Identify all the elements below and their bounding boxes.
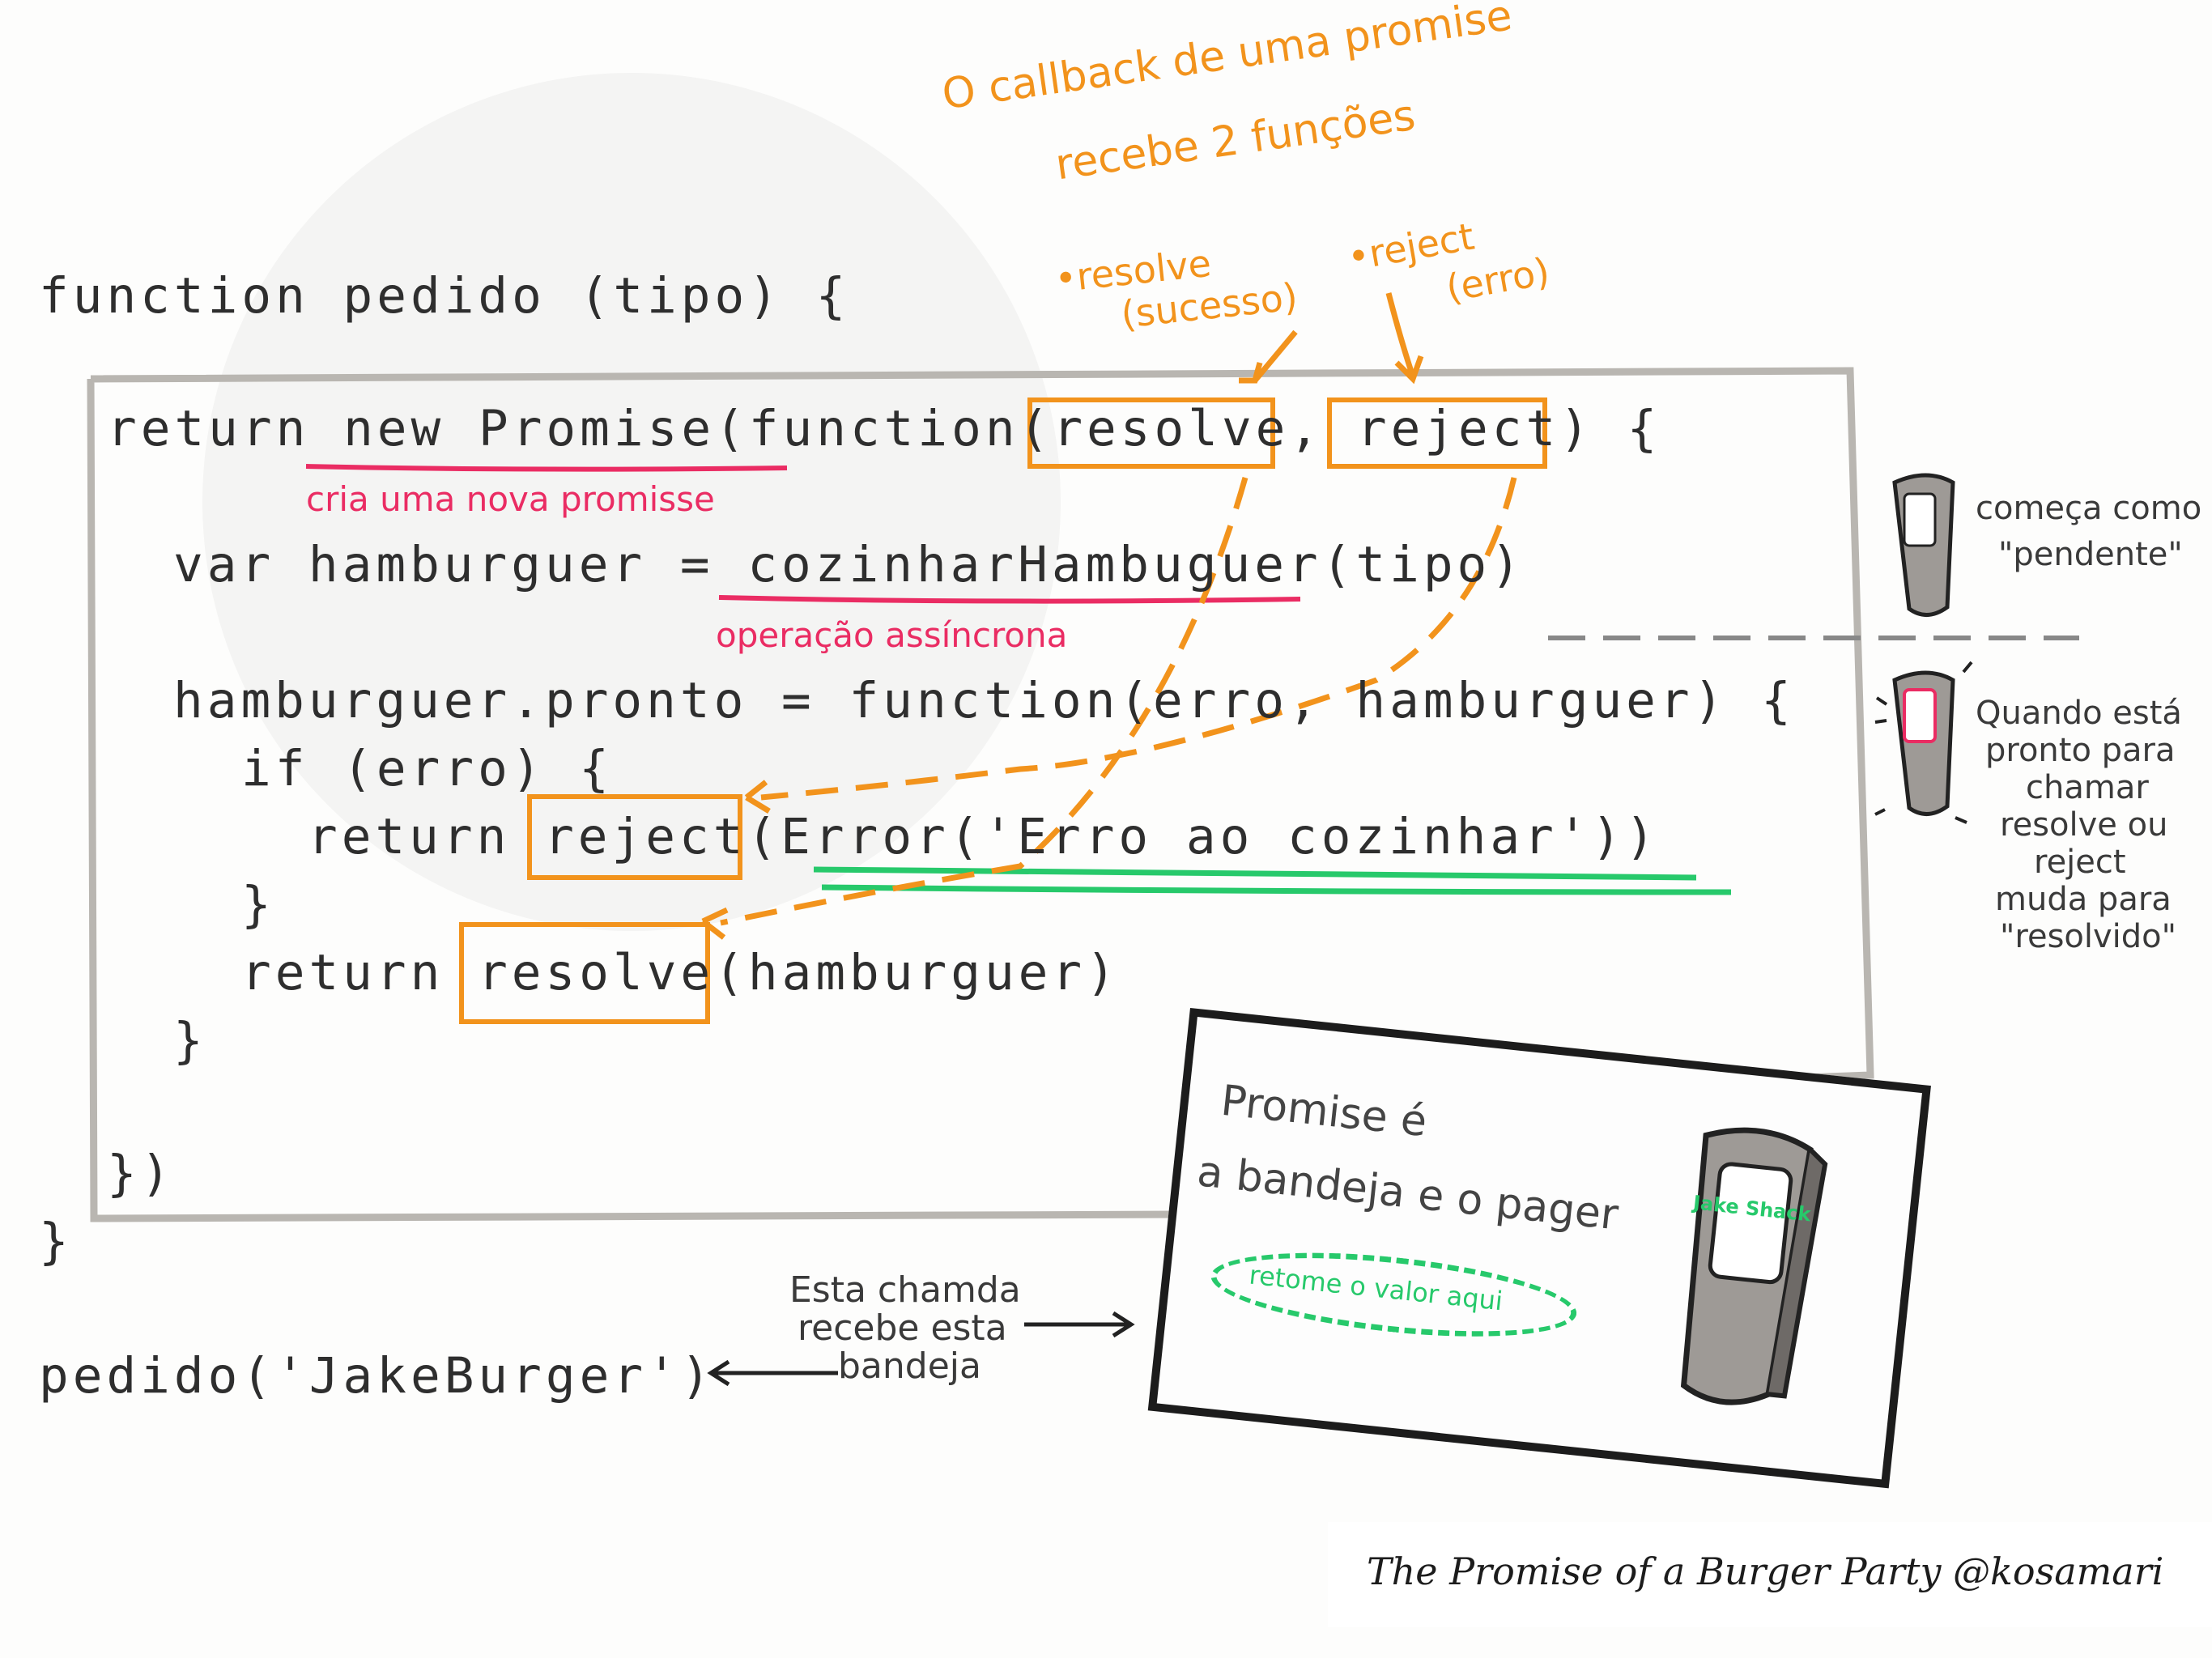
code-cozinhar-call: cozinharHambuguer: [747, 536, 1322, 593]
code-reject-param: reject: [1356, 400, 1560, 457]
note-ready-6: muda para: [1995, 881, 2172, 918]
pager-pending-icon: [1892, 473, 1955, 617]
promise-tray-card: Promise é a bandeja e o pager retome o v…: [1147, 1008, 1931, 1489]
card-line-1: Promise é: [1219, 1076, 1430, 1147]
code-hamburguer-arg: (hamburguer): [714, 944, 1120, 1001]
code-resolve-call: resolve: [478, 944, 715, 1001]
code-return: return: [107, 400, 344, 457]
code-return-3: return: [241, 944, 479, 1001]
note-new-promise: cria uma nova promisse: [306, 479, 715, 519]
pager-ringing-icon: [1874, 661, 1973, 824]
note-ready-2: pronto para: [1985, 732, 2176, 769]
code-line-return-promise: return new Promise(function(resolve, rej…: [107, 400, 1661, 458]
code-line-call: pedido('JakeBurger'): [39, 1347, 715, 1405]
note-call-1: Esta chamda: [789, 1269, 1021, 1311]
underline-new-promise: [305, 464, 788, 472]
credit-text: The Promise of a Burger Party @kosamari: [1367, 1550, 2164, 1593]
code-line-if-close: }: [241, 876, 275, 933]
note-ready-1: Quando está: [1976, 695, 2182, 732]
code-function-keyword: function(: [748, 400, 1053, 457]
code-line-return-resolve: return resolve(hamburguer): [241, 944, 1120, 1002]
code-new-promise: new Promise(: [343, 400, 749, 457]
code-error-arg: (Error('Erro ao cozinhar')): [747, 808, 1660, 865]
note-pending-1: começa como: [1976, 490, 2202, 527]
code-reject-call: reject: [544, 808, 747, 865]
code-return-2: return: [308, 808, 545, 865]
code-line-return-reject: return reject(Error('Erro ao cozinhar')): [308, 808, 1659, 866]
note-ready-3: chamar: [2026, 769, 2149, 806]
code-line-if: if (erro) {: [241, 740, 613, 797]
card-pager-icon: Jake Shack: [1680, 1127, 1828, 1405]
note-call-2: recebe esta: [798, 1307, 1007, 1349]
code-line-var: var hamburguer = cozinharHambuguer(tipo): [173, 536, 1525, 594]
code-line-pronto: hamburguer.pronto = function(erro, hambu…: [173, 672, 1795, 729]
code-comma: ,: [1289, 400, 1357, 457]
code-line-outer-close: }: [39, 1213, 73, 1270]
green-underline-2: [821, 884, 1732, 895]
credit-box: The Promise of a Burger Party @kosamari: [1328, 1522, 2212, 1627]
note-ready-7: "resolvido": [2000, 918, 2177, 955]
code-var-decl: var hamburguer =: [173, 536, 748, 593]
code-resolve-param: resolve: [1053, 400, 1290, 457]
card-line-2: a bandeja e o pager: [1194, 1147, 1621, 1240]
card-return-value-pill: retome o valor aqui: [1206, 1238, 1580, 1351]
note-ready-4: resolve ou: [2000, 806, 2168, 844]
card-pill-label: retome o valor aqui: [1247, 1259, 1504, 1317]
note-ready-5: reject: [2034, 844, 2126, 881]
note-call-3: bandeja: [838, 1346, 981, 1387]
code-line-fn-close: }: [173, 1012, 207, 1069]
code-brace-open: ) {: [1559, 400, 1661, 457]
note-async-operation: operação assíncrona: [716, 615, 1068, 655]
code-line-function: function pedido (tipo) {: [39, 267, 850, 325]
code-tipo-arg: (tipo): [1321, 536, 1525, 593]
code-line-promise-close: }): [107, 1145, 175, 1202]
note-pending-2: "pendente": [1998, 536, 2183, 573]
